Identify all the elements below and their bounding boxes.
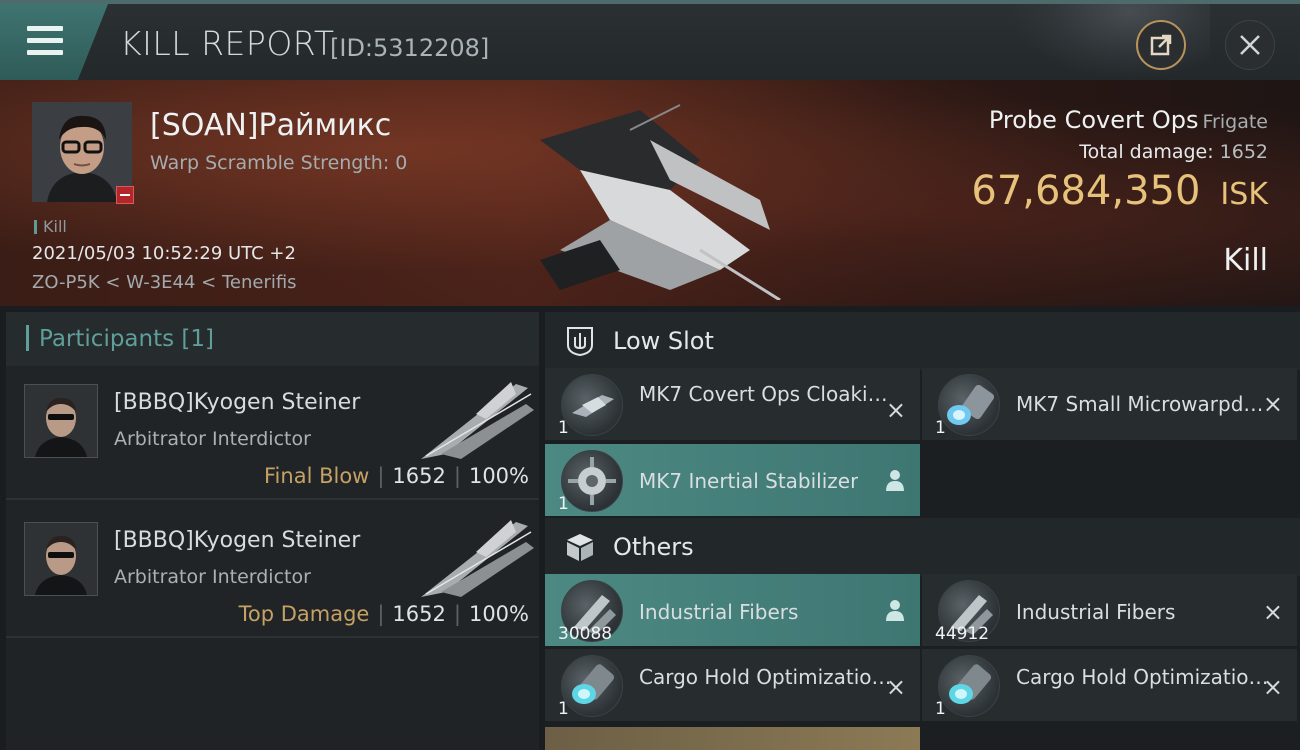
participants-header: Participants [1] xyxy=(6,312,539,366)
item-name: Cargo Hold Optimization... xyxy=(639,665,894,689)
participant-stats: Top Damage | 1652 | 100% xyxy=(239,602,529,626)
kill-datetime: 2021/05/03 10:52:29 UTC +2 xyxy=(32,243,296,264)
microwarpdrive-icon xyxy=(938,374,1000,436)
item-name: Industrial Fibers xyxy=(639,600,799,624)
participant-portrait[interactable] xyxy=(24,522,98,596)
final-blow-label: Final Blow xyxy=(264,464,370,488)
low-slot-title: Low Slot xyxy=(613,327,714,355)
cloaking-device-icon xyxy=(561,374,623,436)
participant-ship-image[interactable] xyxy=(416,512,536,602)
participant-ship-image[interactable] xyxy=(416,374,536,464)
participant-ship: Arbitrator Interdictor xyxy=(114,428,311,450)
item-quantity: 1 xyxy=(558,699,569,719)
fitted-item[interactable]: 1 MK7 Small Microwarpdrive × xyxy=(922,368,1297,440)
participant-portrait[interactable] xyxy=(24,384,98,458)
dropped-person-icon xyxy=(886,600,904,621)
participant-row[interactable]: [BBBQ]Kyogen Steiner Arbitrator Interdic… xyxy=(6,504,539,638)
cargo-item[interactable]: 30088 Industrial Fibers xyxy=(545,574,920,646)
participant-percent: 100% xyxy=(468,464,529,488)
participant-row[interactable]: [BBBQ]Kyogen Steiner Arbitrator Interdic… xyxy=(6,366,539,500)
total-damage: Total damage: 1652 xyxy=(1079,141,1268,163)
victim-header: [SOAN]Раймикс Warp Scramble Strength: 0 … xyxy=(0,80,1300,306)
participant-damage: 1652 xyxy=(392,464,446,488)
title-bar: KILL REPORT [ID:5312208] xyxy=(0,0,1300,80)
hamburger-icon[interactable] xyxy=(27,26,63,56)
victim-ship-image[interactable] xyxy=(520,100,790,300)
isk-unit: ISK xyxy=(1220,177,1268,212)
menu-button[interactable] xyxy=(0,4,108,80)
fitted-item[interactable]: 1 MK7 Inertial Stabilizer xyxy=(545,444,920,516)
export-button[interactable] xyxy=(1136,20,1186,70)
kill-tag: Kill xyxy=(34,217,67,236)
participant-portrait-image xyxy=(25,523,97,595)
item-name: Cargo Hold Optimization... xyxy=(1016,665,1271,689)
victim-ship[interactable]: Probe Covert Ops Frigate xyxy=(989,106,1268,134)
next-item-partial[interactable] xyxy=(545,727,920,750)
destroyed-icon: × xyxy=(1262,390,1283,418)
participant-stats: Final Blow | 1652 | 100% xyxy=(264,464,529,488)
ship-class: Frigate xyxy=(1202,111,1268,133)
victim-name[interactable]: [SOAN]Раймикс xyxy=(150,108,391,143)
others-section-header: Others xyxy=(545,518,1300,576)
window-title: KILL REPORT xyxy=(120,24,335,63)
destroyed-icon: × xyxy=(885,396,906,424)
destroyed-icon: × xyxy=(1262,598,1283,626)
total-damage-value: 1652 xyxy=(1219,141,1268,163)
stat-separator: | xyxy=(453,464,461,488)
cargo-hold-optimization-icon xyxy=(938,655,1000,717)
item-quantity: 44912 xyxy=(935,624,990,644)
cargo-item[interactable]: 1 Cargo Hold Optimization... × xyxy=(922,649,1297,721)
item-quantity: 30088 xyxy=(558,624,613,644)
others-title: Others xyxy=(613,533,694,561)
participant-portrait-image xyxy=(25,385,97,457)
stat-separator: | xyxy=(377,464,385,488)
cargo-item[interactable]: 1 Cargo Hold Optimization... × xyxy=(545,649,920,721)
corp-standing-badge xyxy=(116,186,134,204)
participant-percent: 100% xyxy=(468,602,529,626)
participant-ship: Arbitrator Interdictor xyxy=(114,566,311,588)
cargo-item[interactable]: 44912 Industrial Fibers × xyxy=(922,574,1297,646)
warp-scramble-strength: Warp Scramble Strength: 0 xyxy=(150,152,408,174)
report-id: [ID:5312208] xyxy=(330,34,490,62)
item-name: MK7 Inertial Stabilizer xyxy=(639,469,859,493)
item-name: MK7 Small Microwarpdrive xyxy=(1016,392,1271,416)
top-damage-label: Top Damage xyxy=(238,602,370,626)
participant-name[interactable]: [BBBQ]Kyogen Steiner xyxy=(114,528,360,553)
item-quantity: 1 xyxy=(935,699,946,719)
participant-name[interactable]: [BBBQ]Kyogen Steiner xyxy=(114,390,360,415)
kill-result: Kill xyxy=(1223,243,1268,278)
inertial-stabilizer-icon xyxy=(561,450,623,512)
close-button[interactable] xyxy=(1225,20,1275,70)
item-quantity: 1 xyxy=(935,418,946,438)
isk-amount: 67,684,350 xyxy=(971,168,1201,214)
item-quantity: 1 xyxy=(558,494,569,514)
item-name: MK7 Covert Ops Cloaking... xyxy=(639,382,894,406)
export-icon xyxy=(1150,34,1172,56)
stat-separator: | xyxy=(453,602,461,626)
destroyed-icon: × xyxy=(1262,673,1283,701)
total-damage-label: Total damage: xyxy=(1079,141,1214,163)
dropped-person-icon xyxy=(886,470,904,491)
low-slot-icon xyxy=(563,324,597,358)
participant-damage: 1652 xyxy=(392,602,446,626)
cargo-hold-optimization-icon xyxy=(561,655,623,717)
isk-value: 67,684,350 ISK xyxy=(971,168,1268,214)
item-quantity: 1 xyxy=(558,418,569,438)
participants-panel: Participants [1] [BBBQ]Kyogen Steiner Ar… xyxy=(6,312,539,750)
destroyed-icon: × xyxy=(885,673,906,701)
kill-location[interactable]: ZO-P5K < W-3E44 < Tenerifis xyxy=(32,272,297,293)
cargo-box-icon xyxy=(563,530,597,564)
low-slot-section-header: Low Slot xyxy=(545,312,1300,370)
fitted-item[interactable]: 1 MK7 Covert Ops Cloaking... × xyxy=(545,368,920,440)
stat-separator: | xyxy=(377,602,385,626)
close-icon xyxy=(1240,35,1260,55)
ship-name: Probe Covert Ops xyxy=(988,106,1199,134)
fitting-panel: Low Slot 1 MK7 Covert Ops Cloaking... × … xyxy=(545,312,1300,750)
item-name: Industrial Fibers xyxy=(1016,600,1176,624)
